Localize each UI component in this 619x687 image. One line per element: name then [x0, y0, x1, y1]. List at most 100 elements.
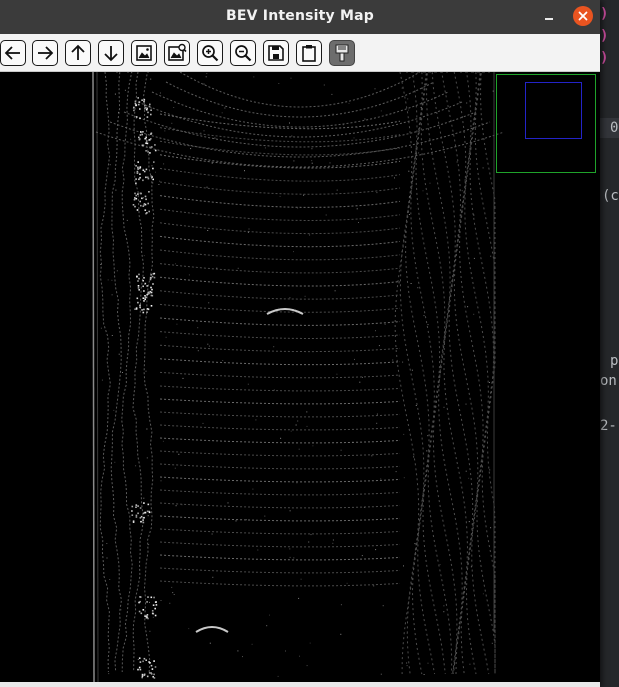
- lidar-ring: [469, 72, 496, 674]
- intensity-point: [142, 179, 144, 182]
- intensity-point: [138, 610, 141, 613]
- intensity-point: [109, 579, 111, 580]
- fit-image-button[interactable]: [131, 40, 157, 66]
- intensity-point: [378, 345, 380, 347]
- intensity-point: [398, 282, 400, 284]
- pan-up-button[interactable]: [65, 40, 91, 66]
- pan-left-button[interactable]: [0, 40, 26, 66]
- intensity-point: [423, 315, 425, 317]
- arrow-right-icon: [38, 46, 54, 60]
- intensity-point: [409, 196, 411, 198]
- intensity-point: [134, 197, 136, 199]
- arrow-up-icon: [71, 44, 85, 60]
- save-button[interactable]: [263, 40, 289, 66]
- close-button[interactable]: [573, 6, 593, 26]
- actual-size-button[interactable]: [164, 40, 190, 66]
- copy-to-clipboard-button[interactable]: [296, 40, 322, 66]
- intensity-point: [402, 361, 404, 363]
- intensity-point: [155, 604, 158, 606]
- intensity-point: [299, 655, 300, 657]
- intensity-point: [273, 346, 275, 348]
- lidar-ring: [159, 424, 401, 431]
- intensity-point: [470, 566, 472, 568]
- intensity-point: [150, 175, 153, 177]
- intensity-point: [137, 280, 139, 282]
- intensity-point: [136, 297, 139, 300]
- intensity-point: [308, 541, 310, 543]
- intensity-point: [187, 144, 188, 146]
- intensity-point: [336, 189, 338, 191]
- intensity-point: [413, 456, 415, 458]
- intensity-point: [158, 184, 160, 185]
- editor-text: on-: [600, 373, 619, 389]
- lidar-ring: [159, 476, 401, 483]
- save-icon: [268, 45, 284, 61]
- intensity-point: [309, 642, 311, 644]
- intensity-point: [252, 488, 254, 490]
- intensity-point: [439, 564, 441, 566]
- window-titlebar[interactable]: BEV Intensity Map: [0, 0, 600, 34]
- intensity-point: [144, 137, 146, 140]
- intensity-point: [144, 106, 147, 109]
- intensity-point: [279, 195, 281, 197]
- intensity-point: [139, 134, 142, 136]
- intensity-point: [142, 297, 145, 299]
- intensity-point: [291, 135, 293, 137]
- intensity-point: [106, 557, 108, 559]
- intensity-point: [143, 308, 145, 311]
- lidar-ring: [159, 317, 401, 326]
- intensity-point: [247, 231, 249, 233]
- color-brush-button[interactable]: [329, 40, 355, 66]
- intensity-point: [154, 666, 157, 668]
- intensity-point: [152, 178, 154, 181]
- intensity-point: [108, 673, 110, 675]
- intensity-point: [149, 601, 150, 603]
- intensity-point: [489, 469, 491, 471]
- lidar-ring: [159, 580, 401, 587]
- intensity-point: [340, 449, 342, 451]
- window-title: BEV Intensity Map: [226, 8, 374, 24]
- intensity-point: [401, 87, 403, 89]
- intensity-point: [278, 83, 280, 84]
- intensity-point: [175, 505, 177, 507]
- pan-right-button[interactable]: [32, 40, 58, 66]
- pan-down-button[interactable]: [98, 40, 124, 66]
- intensity-point: [293, 251, 294, 253]
- lidar-ring: [159, 208, 401, 221]
- minimap-viewport-rect[interactable]: [525, 82, 582, 139]
- intensity-point: [142, 521, 145, 524]
- intensity-point: [277, 675, 279, 677]
- intensity-point: [144, 195, 147, 198]
- zoom-out-button[interactable]: [230, 40, 256, 66]
- intensity-point: [141, 133, 143, 136]
- intensity-point: [142, 205, 145, 207]
- intensity-point: [139, 138, 141, 140]
- zoom-in-button[interactable]: [197, 40, 223, 66]
- intensity-point: [135, 516, 138, 518]
- intensity-point: [329, 162, 331, 164]
- intensity-point: [140, 204, 142, 207]
- intensity-point: [151, 275, 154, 278]
- lidar-ring: [159, 515, 401, 522]
- intensity-point: [150, 673, 153, 675]
- intensity-point: [298, 448, 300, 450]
- intensity-point: [300, 578, 302, 580]
- intensity-point: [332, 539, 334, 541]
- minimize-button[interactable]: [540, 7, 558, 25]
- lidar-ring: [159, 249, 401, 261]
- lidar-ring: [159, 554, 401, 561]
- intensity-point: [356, 208, 358, 210]
- intensity-point: [211, 162, 213, 164]
- intensity-point: [135, 165, 137, 167]
- intensity-point: [100, 327, 102, 329]
- arrow-down-icon: [104, 46, 118, 62]
- bev-canvas[interactable]: [0, 72, 600, 682]
- intensity-point: [306, 665, 308, 667]
- intensity-point: [137, 285, 140, 287]
- intensity-point: [203, 83, 205, 85]
- intensity-point: [149, 278, 152, 281]
- overview-minimap[interactable]: [496, 74, 596, 173]
- intensity-point: [143, 98, 146, 101]
- intensity-point: [145, 370, 147, 372]
- intensity-point: [115, 189, 117, 191]
